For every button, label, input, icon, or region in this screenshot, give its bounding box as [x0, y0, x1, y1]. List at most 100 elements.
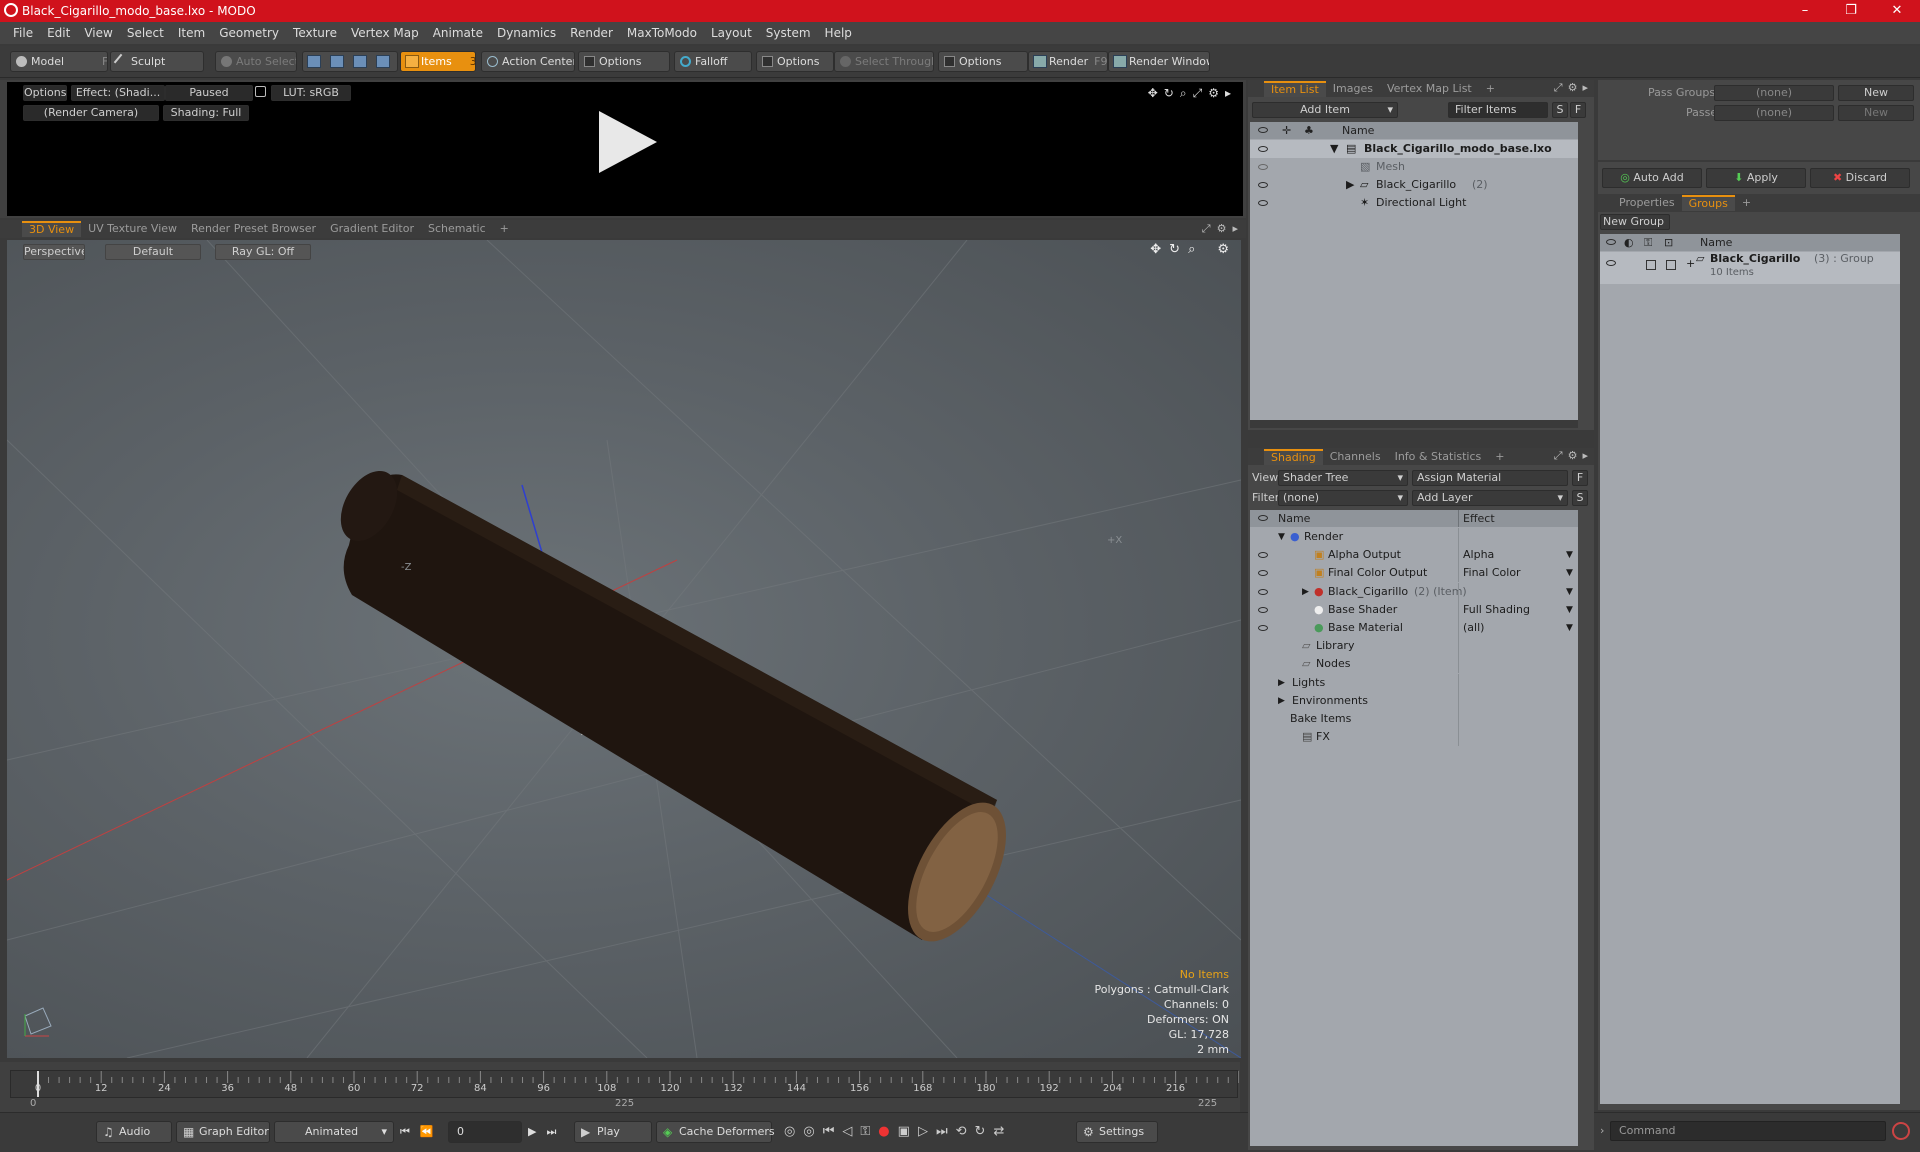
default-style-dropdown[interactable]: Default — [105, 244, 201, 260]
assign-material-input[interactable]: Assign Material — [1412, 470, 1568, 486]
options-checkbox[interactable] — [762, 56, 773, 67]
refresh-icon[interactable]: ↻ — [975, 1124, 986, 1139]
polygons-mode-icon[interactable] — [353, 55, 367, 68]
shader-row-final-color-output[interactable]: ▣ Final Color Output Final Color ▼ — [1250, 564, 1578, 583]
tab-render-preset-browser[interactable]: Render Preset Browser — [184, 221, 323, 237]
select-through-button[interactable]: Select Through — [834, 51, 934, 72]
visibility-eye-icon[interactable] — [1258, 552, 1268, 559]
add-tab-icon[interactable]: + — [493, 221, 516, 237]
view-dropdown[interactable]: Shader Tree ▾ — [1278, 470, 1408, 486]
groups-tree[interactable]: ◐ ⚿ ⊡ Name + ▱ Black_Cigarillo (3) : Gro… — [1600, 234, 1900, 1104]
effect-dropdown[interactable]: Full Shading — [1463, 601, 1530, 619]
dropdown-arrow-icon[interactable]: ▼ — [1566, 583, 1573, 601]
expand-arrow-icon[interactable]: ▸ — [1232, 222, 1238, 236]
tab-info-statistics[interactable]: Info & Statistics — [1388, 449, 1489, 465]
step-forward-icon[interactable]: ▷ — [918, 1124, 928, 1139]
animated-dropdown[interactable]: Animated ▾ — [274, 1121, 394, 1143]
list-item[interactable]: + ▱ Black_Cigarillo (3) : Group 10 Items — [1600, 252, 1900, 284]
tab-vertex-map-list[interactable]: Vertex Map List — [1380, 81, 1479, 97]
maximize-button[interactable]: ❐ — [1828, 0, 1874, 22]
visibility-eye-icon[interactable] — [1258, 164, 1268, 170]
list-item[interactable]: ✶ Directional Light — [1250, 194, 1578, 212]
prev-key-icon[interactable]: ⏮ — [823, 1124, 835, 1139]
materials-mode-icon[interactable] — [376, 55, 390, 68]
audio-button[interactable]: ♫ Audio — [96, 1121, 172, 1143]
shader-row-nodes[interactable]: ▱ Nodes — [1250, 655, 1578, 674]
list-item[interactable]: ▧ Mesh — [1250, 158, 1578, 176]
vertices-mode-icon[interactable] — [307, 55, 321, 68]
options-checkbox[interactable] — [584, 56, 595, 67]
expand-arrow-icon[interactable]: ▶ — [1346, 176, 1354, 194]
effect-dropdown[interactable]: Alpha — [1463, 546, 1494, 564]
close-button[interactable]: ✕ — [1874, 0, 1920, 22]
key-icon[interactable]: ⚿ — [860, 1124, 870, 1139]
expand-arrow-icon[interactable]: ▸ — [1225, 86, 1231, 101]
tab-shading[interactable]: Shading — [1264, 449, 1323, 465]
tab-gradient-editor[interactable]: Gradient Editor — [323, 221, 421, 237]
select-checkbox[interactable] — [1666, 260, 1676, 270]
add-item-dropdown[interactable]: Add Item ▾ — [1252, 102, 1398, 118]
dropdown-arrow-icon[interactable]: ▼ — [1566, 619, 1573, 637]
search-f-button[interactable]: F — [1570, 102, 1586, 118]
sculpt-mode-button[interactable]: Sculpt — [110, 51, 204, 72]
tab-channels[interactable]: Channels — [1323, 449, 1388, 465]
filter-dropdown[interactable]: (none) ▾ — [1278, 490, 1408, 506]
menu-view[interactable]: View — [77, 26, 119, 40]
render-window-button[interactable]: Render Window — [1108, 51, 1210, 72]
discard-button[interactable]: ✖ Discard — [1810, 168, 1910, 188]
visibility-eye-icon[interactable] — [1258, 200, 1268, 206]
model-mode-button[interactable]: ModelF2 — [10, 51, 108, 72]
gear-icon[interactable]: ⚙ — [1208, 86, 1219, 101]
falloff-options-button[interactable]: Options — [756, 51, 834, 72]
falloff-button[interactable]: Falloff — [674, 51, 752, 72]
add-tab-icon[interactable]: + — [1479, 81, 1502, 97]
item-list-tree[interactable]: ✛ ♣ Name ▼ ▤ Black_Cigarillo_modo_base.lxo… — [1250, 122, 1578, 420]
maximize-icon[interactable]: ⤢ — [1202, 222, 1211, 236]
horizontal-scrollbar[interactable] — [1250, 420, 1578, 428]
shader-row-library[interactable]: ▱ Library — [1250, 637, 1578, 656]
menu-file[interactable]: File — [6, 26, 40, 40]
perspective-dropdown[interactable]: Perspective — [23, 244, 85, 260]
expand-arrow-icon[interactable]: ▶ — [1302, 583, 1309, 601]
previous-key-icon[interactable]: ⏪ — [420, 1125, 434, 1139]
render-button[interactable]: Render F9 — [1028, 51, 1108, 72]
shader-row-render[interactable]: ▼ ● Render — [1250, 528, 1578, 546]
sync-icon[interactable]: ⇄ — [993, 1124, 1004, 1139]
menu-geometry[interactable]: Geometry — [212, 26, 286, 40]
tab-schematic[interactable]: Schematic — [421, 221, 493, 237]
zoom-icon[interactable]: ⌕ — [1188, 242, 1195, 257]
go-to-start-icon[interactable]: ⏮ — [400, 1125, 410, 1139]
visibility-eye-icon[interactable] — [1258, 146, 1268, 152]
effect-dropdown[interactable]: (all) — [1463, 619, 1484, 637]
shader-row-lights[interactable]: ▶ Lights — [1250, 673, 1578, 692]
shader-row-alpha-output[interactable]: ▣ Alpha Output Alpha ▼ — [1250, 546, 1578, 565]
auto-select-button[interactable]: Auto Select — [215, 51, 297, 72]
gear-icon[interactable]: ⚙ — [1568, 81, 1578, 95]
dropdown-arrow-icon[interactable]: ▼ — [1566, 546, 1573, 564]
menu-system[interactable]: System — [759, 26, 818, 40]
graph-editor-button[interactable]: ▦ Graph Editor — [176, 1121, 270, 1143]
raygl-dropdown[interactable]: Ray GL: Off — [215, 244, 311, 260]
menu-maxtomodo[interactable]: MaxToModo — [620, 26, 704, 40]
visibility-eye-icon[interactable] — [1606, 260, 1616, 266]
tab-3d-view[interactable]: 3D View — [22, 221, 82, 237]
shader-row-fx[interactable]: ▤ FX — [1250, 728, 1578, 747]
auto-add-button[interactable]: ◎ Auto Add — [1602, 168, 1702, 188]
loop-icon[interactable]: ⟲ — [956, 1124, 967, 1139]
playhead-marker[interactable] — [37, 1071, 39, 1097]
add-tab-icon[interactable]: + — [1488, 449, 1511, 465]
menu-animate[interactable]: Animate — [426, 26, 490, 40]
shader-row-base-material[interactable]: ● Base Material (all) ▼ — [1250, 619, 1578, 637]
current-frame-field[interactable]: 0 — [448, 1121, 522, 1143]
visibility-eye-icon[interactable] — [1258, 625, 1268, 631]
gear-icon[interactable]: ⚙ — [1568, 449, 1578, 463]
tab-properties[interactable]: Properties — [1612, 195, 1682, 211]
rotate-icon[interactable]: ↻ — [1169, 242, 1180, 257]
filter-items-input[interactable]: Filter Items — [1448, 102, 1548, 118]
search-s-button[interactable]: S — [1552, 102, 1568, 118]
tab-groups[interactable]: Groups — [1681, 195, 1735, 211]
preview-camera-dropdown[interactable]: (Render Camera) — [23, 105, 159, 121]
settings-button[interactable]: ⚙ Settings — [1076, 1121, 1158, 1143]
gear-icon[interactable]: ⚙ — [1217, 222, 1227, 236]
next-key-icon[interactable]: ⏭ — [936, 1124, 948, 1139]
